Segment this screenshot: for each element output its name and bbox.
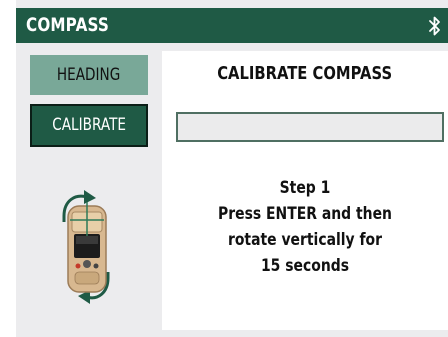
calibration-panel: CALIBRATE COMPASS Step 1 Press ENTER and… — [162, 51, 448, 330]
instruction-line-1: Press ENTER and then — [218, 204, 392, 224]
panel-title: CALIBRATE COMPASS — [162, 63, 448, 84]
calibration-progress-bar — [176, 112, 444, 142]
sidebar-item-heading[interactable]: HEADING — [30, 55, 148, 95]
compass-screen: COMPASS HEADING CALIBRATE CALIBRATE COMP… — [16, 0, 448, 337]
instruction-line-3: 15 seconds — [260, 256, 350, 276]
title-bar: COMPASS — [16, 8, 448, 43]
handheld-device-rotate-vertical-icon — [62, 190, 110, 304]
instruction-line-2: rotate vertically for — [227, 230, 383, 250]
sidebar-item-heading-label: HEADING — [57, 65, 121, 85]
panel-title-text: CALIBRATE COMPASS — [217, 63, 393, 84]
bluetooth-icon — [429, 16, 440, 36]
instruction-step: Step 1 — [279, 178, 331, 198]
calibration-instructions: Step 1 Press ENTER and then rotate verti… — [162, 175, 448, 279]
sidebar-item-calibrate[interactable]: CALIBRATE — [30, 104, 148, 147]
sidebar-item-calibrate-label: CALIBRATE — [52, 115, 126, 135]
app-title: COMPASS — [26, 14, 110, 36]
